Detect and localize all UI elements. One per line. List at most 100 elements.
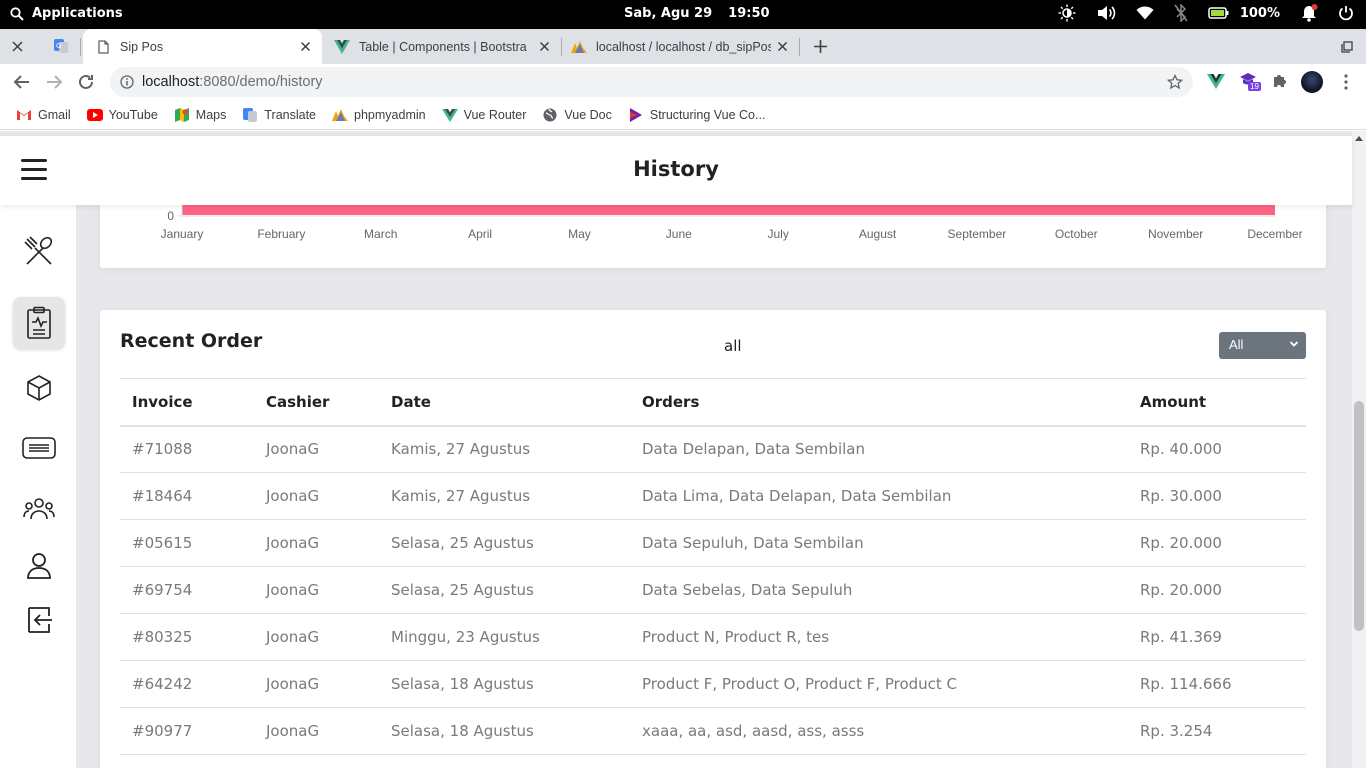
filter-select[interactable]: All — [1219, 332, 1306, 359]
cell-orders: Product F, Product O, Product F, Product… — [630, 660, 1128, 708]
vue-devtools-icon[interactable] — [1207, 72, 1225, 90]
tab-title: localhost / localhost / db_sipPos — [596, 39, 771, 54]
bluetooth-off-icon[interactable] — [1174, 4, 1188, 22]
chart-x-tick-label: April — [468, 227, 492, 241]
vue-icon — [334, 39, 350, 55]
battery-percent: 100% — [1239, 5, 1280, 21]
recent-order-card: Recent Order all All Invoice Cashier Dat… — [100, 310, 1326, 768]
close-tab-icon[interactable] — [301, 42, 310, 51]
bookmark-youtube[interactable]: YouTube — [86, 107, 158, 123]
cell-orders: Product N, Product R, tes — [630, 613, 1128, 661]
bookmark-star-icon[interactable] — [1167, 74, 1183, 90]
cell-cashier: JoonaG — [254, 707, 379, 755]
bookmarks-bar: Gmail YouTube Maps Translate phpmyadmin … — [0, 100, 1366, 130]
sidebar — [0, 205, 76, 768]
new-tab-icon[interactable] — [814, 40, 827, 53]
bookmark-label: Vue Doc — [564, 107, 612, 122]
utensils-icon — [24, 236, 53, 265]
bookmark-vue-doc[interactable]: Vue Doc — [542, 107, 612, 123]
cell-amount: Rp. 40.000 — [1128, 425, 1306, 473]
sidebar-item-categories[interactable] — [13, 422, 65, 474]
sidebar-item-logout[interactable] — [13, 594, 65, 646]
notification-icon[interactable] — [1300, 4, 1318, 22]
clock[interactable]: Sab, Agu 29 19:50 — [624, 6, 770, 21]
applications-menu[interactable]: Applications — [10, 6, 123, 21]
wifi-icon[interactable] — [1136, 5, 1154, 21]
chevron-down-icon — [1289, 341, 1299, 347]
bookmark-translate[interactable]: Translate — [242, 107, 316, 123]
scroll-up-arrow[interactable] — [1355, 136, 1363, 141]
chart-x-tick-label: March — [364, 227, 397, 241]
cell-orders: xaaa, aa, asd, aasd, ass, asss — [630, 707, 1128, 755]
app-header: History — [0, 136, 1352, 205]
tab-phpmyadmin[interactable]: localhost / localhost / db_sipPos — [561, 29, 799, 64]
filter-select-value: All — [1229, 337, 1244, 352]
cell-orders: Data Sepuluh, Data Sembilan — [630, 519, 1128, 567]
cell-cashier: JoonaG — [254, 660, 379, 708]
battery-icon[interactable] — [1208, 6, 1230, 20]
translate-tab-icon[interactable]: G — [53, 38, 69, 54]
page-scrollbar[interactable] — [1352, 131, 1366, 768]
tab-search-icon[interactable] — [1341, 41, 1353, 53]
bookmark-icon — [628, 107, 644, 123]
close-tab-icon[interactable] — [540, 42, 549, 51]
cell-orders: Data Lima, Data Delapan, Data Sembilan — [630, 472, 1128, 520]
chart-x-tick-label: November — [1148, 227, 1203, 241]
tab-title: Table | Components | Bootstra — [359, 39, 527, 54]
chart-x-tick-label: May — [568, 227, 591, 241]
globe-icon — [542, 107, 558, 123]
filter-label: all — [724, 337, 742, 355]
pma-icon — [571, 39, 587, 55]
extensions-puzzle-icon[interactable] — [1272, 72, 1288, 88]
table-row: #71088 JoonaG Kamis, 27 Agustus Data Delapa… — [120, 425, 1306, 473]
cell-orders: Data Delapan, Data Sembilan — [630, 425, 1128, 473]
os-top-bar: Applications Sab, Agu 29 19:50 100% — [0, 0, 1366, 29]
cell-date: Minggu, 23 Agustus — [379, 613, 630, 661]
address-bar[interactable]: localhost:8080/demo/history — [110, 67, 1193, 97]
url-host: localhost — [142, 74, 200, 90]
info-icon[interactable] — [120, 75, 134, 89]
list-icon — [22, 437, 56, 459]
cell-invoice: #90977 — [120, 707, 254, 755]
cell-invoice: #18464 — [120, 472, 254, 520]
cell-amount: Rp. 3.254 — [1128, 707, 1306, 755]
chart-x-tick-label: January — [161, 227, 204, 241]
cell-amount: Rp. 114.666 — [1128, 660, 1306, 708]
bookmark-phpmyadmin[interactable]: phpmyadmin — [332, 107, 426, 123]
bookmark-label: Gmail — [38, 107, 71, 122]
sidebar-item-users[interactable] — [13, 483, 65, 535]
bookmark-gmail[interactable]: Gmail — [16, 107, 71, 123]
extension-badge-count: 19 — [1248, 82, 1261, 91]
power-icon[interactable] — [1338, 5, 1354, 21]
cell-cashier: JoonaG — [254, 472, 379, 520]
search-icon — [10, 6, 24, 21]
back-icon[interactable] — [12, 72, 32, 92]
sidebar-item-profile[interactable] — [13, 540, 65, 592]
chart-x-tick-label: February — [257, 227, 305, 241]
extension-badge-icon[interactable]: 19 — [1239, 72, 1263, 94]
cell-cashier: JoonaG — [254, 519, 379, 567]
bookmark-maps[interactable]: Maps — [174, 107, 226, 123]
cell-amount: Rp. 30.000 — [1128, 472, 1306, 520]
bookmark-structuring-vue[interactable]: Structuring Vue Co... — [628, 107, 765, 123]
browser-menu-icon[interactable] — [1344, 74, 1348, 90]
sidebar-item-products[interactable] — [13, 362, 65, 414]
column-header-invoice: Invoice — [120, 378, 254, 427]
sidebar-item-history[interactable] — [13, 297, 65, 349]
cell-invoice: #71088 — [120, 425, 254, 473]
close-window-icon[interactable] — [12, 41, 23, 52]
browser-toolbar: localhost:8080/demo/history 19 — [0, 64, 1366, 100]
tab-sip-pos[interactable]: Sip Pos — [83, 29, 322, 64]
close-tab-icon[interactable] — [778, 42, 787, 51]
bookmark-vue-router[interactable]: Vue Router — [441, 107, 526, 123]
tab-bootstrap-vue[interactable]: Table | Components | Bootstra — [322, 29, 561, 64]
night-light-icon[interactable] — [1058, 4, 1076, 22]
recent-order-table: Invoice Cashier Date Orders Amount #7108… — [120, 378, 1306, 755]
forward-icon[interactable] — [44, 72, 64, 92]
sidebar-item-menu[interactable] — [13, 225, 65, 277]
profile-avatar[interactable] — [1301, 71, 1323, 93]
reload-icon[interactable] — [76, 72, 96, 92]
scrollbar-thumb[interactable] — [1354, 401, 1364, 631]
volume-icon[interactable] — [1096, 4, 1116, 22]
table-row: #80325 JoonaG Minggu, 23 Agustus Product N,… — [120, 613, 1306, 661]
